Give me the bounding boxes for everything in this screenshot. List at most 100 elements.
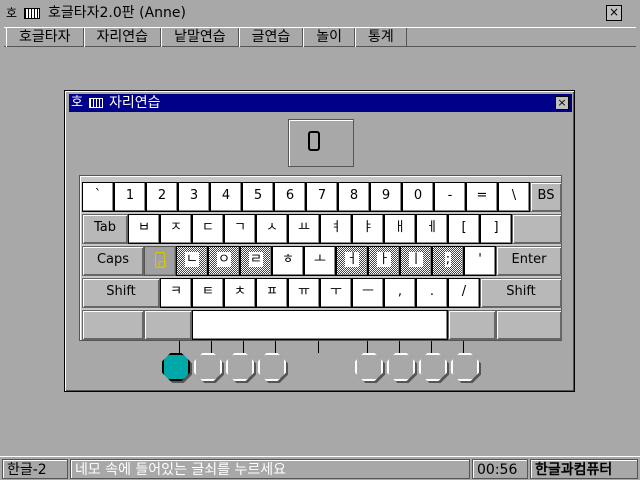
key-row3-5[interactable]: ㅎ: [272, 246, 304, 276]
key-row2-5-label: ㅅ: [266, 220, 278, 235]
key-row1-8[interactable]: 8: [338, 182, 370, 212]
key-row2-8[interactable]: ㅑ: [352, 214, 384, 244]
key-row4-8[interactable]: ,: [384, 278, 416, 308]
menu-item-word-practice[interactable]: 낱말연습: [161, 28, 239, 47]
key-row1-2-label: 2: [157, 188, 167, 203]
key-row1-3-label: 3: [189, 188, 199, 203]
key-row4-1[interactable]: ㅋ: [160, 278, 192, 308]
input-mode-indicator: 한글-2: [2, 459, 68, 479]
key-row1-5[interactable]: 5: [242, 182, 274, 212]
key-row2-1[interactable]: ㅂ: [128, 214, 160, 244]
key-row4-7[interactable]: ㅡ: [352, 278, 384, 308]
key-row2-5[interactable]: ㅅ: [256, 214, 288, 244]
key-row1-6[interactable]: 6: [274, 182, 306, 212]
key-row3-3[interactable]: ㅇ: [208, 246, 240, 276]
key-shift-right-label: Shift: [506, 284, 536, 299]
key-row3-9[interactable]: ㅣ: [400, 246, 432, 276]
menu-item-position-practice[interactable]: 자리연습: [83, 28, 162, 47]
key-row2-2[interactable]: ㅈ: [160, 214, 192, 244]
key-shift-left[interactable]: Shift: [82, 278, 160, 308]
key-row1-14-label: BS: [537, 188, 555, 203]
key-tab-label: Tab: [93, 220, 116, 235]
key-row1-9[interactable]: 9: [370, 182, 402, 212]
key-row1-10[interactable]: 0: [402, 182, 434, 212]
key-row4-9[interactable]: .: [416, 278, 448, 308]
key-row3-4-label: ㄹ: [249, 252, 263, 267]
menu-item-hangul-taja[interactable]: 호글타자: [6, 28, 84, 47]
key-tab[interactable]: Tab: [82, 214, 128, 244]
key-spacebar[interactable]: [192, 310, 448, 340]
key-row2-10[interactable]: ㅔ: [416, 214, 448, 244]
key-row4-3[interactable]: ㅊ: [224, 278, 256, 308]
key-alt-left[interactable]: [144, 310, 192, 340]
key-alt-right[interactable]: [448, 310, 496, 340]
menu-item-game[interactable]: 놀이: [303, 28, 355, 47]
key-row4-4[interactable]: ㅍ: [256, 278, 288, 308]
key-row4-2[interactable]: ㅌ: [192, 278, 224, 308]
key-row1-13-label: \: [511, 188, 517, 203]
key-row2-11[interactable]: [: [448, 214, 480, 244]
key-row3-9-label: ㅣ: [409, 252, 423, 267]
key-caps[interactable]: Caps: [82, 246, 144, 276]
key-row2-9-label: ㅐ: [394, 220, 406, 235]
app-close-button[interactable]: ×: [606, 5, 622, 21]
key-row1-0[interactable]: `: [82, 182, 114, 212]
menu-item-text-practice[interactable]: 글연습: [238, 28, 304, 47]
key-row1-5-label: 5: [253, 188, 263, 203]
key-ctrl-left[interactable]: [82, 310, 144, 340]
key-row4-6[interactable]: ㅜ: [320, 278, 352, 308]
key-row1-3[interactable]: 3: [178, 182, 210, 212]
key-ctrl-right[interactable]: [496, 310, 562, 340]
key-row2-7[interactable]: ㅕ: [320, 214, 352, 244]
dialog-close-button[interactable]: ×: [555, 96, 569, 110]
finger-stem: [463, 341, 464, 353]
key-row1-11[interactable]: -: [434, 182, 466, 212]
key-row3-7[interactable]: ㅓ: [336, 246, 368, 276]
key-row2-4[interactable]: ㄱ: [224, 214, 256, 244]
key-row1-7-label: 7: [317, 188, 327, 203]
key-row3-4[interactable]: ㄹ: [240, 246, 272, 276]
key-row4-8-label: ,: [397, 284, 403, 299]
key-row1-7[interactable]: 7: [306, 182, 338, 212]
target-key-box: [288, 119, 354, 167]
key-row3-10-label: ;: [444, 252, 452, 267]
key-row3-10[interactable]: ;: [432, 246, 464, 276]
key-row4-3-label: ㅊ: [234, 284, 246, 299]
key-row3-8-label: ㅏ: [377, 252, 391, 267]
key-row4-10[interactable]: /: [448, 278, 480, 308]
key-row1-13[interactable]: \: [498, 182, 530, 212]
finger-indicator-5: [355, 353, 383, 381]
key-row4-7-label: ㅡ: [362, 284, 374, 299]
dialog-title: 자리연습: [109, 95, 161, 111]
key-row3-2[interactable]: ㄴ: [176, 246, 208, 276]
finger-indicator-3: [226, 353, 254, 381]
key-row3-11[interactable]: ': [464, 246, 496, 276]
key-enter[interactable]: Enter: [496, 246, 562, 276]
menu-bar: 호글타자 자리연습 낱말연습 글연습 놀이 통계: [4, 27, 636, 47]
key-row1-14[interactable]: BS: [530, 182, 562, 212]
key-row3-2-label: ㄴ: [185, 252, 199, 267]
menu-item-statistics[interactable]: 통계: [355, 28, 407, 47]
key-row4-5[interactable]: ㅠ: [288, 278, 320, 308]
key-row3-6[interactable]: ㅗ: [304, 246, 336, 276]
key-row1-12[interactable]: =: [466, 182, 498, 212]
key-row2-9[interactable]: ㅐ: [384, 214, 416, 244]
dialog-logo-icon: 호: [71, 95, 83, 110]
key-row3-11-label: ': [478, 252, 482, 267]
key-row2-filler[interactable]: [512, 214, 562, 244]
key-row2-3[interactable]: ㄷ: [192, 214, 224, 244]
key-row3-8[interactable]: ㅏ: [368, 246, 400, 276]
key-row2-6[interactable]: ㅛ: [288, 214, 320, 244]
key-row2-12[interactable]: ]: [480, 214, 512, 244]
key-row2-12-label: ]: [493, 220, 499, 235]
key-row1-4[interactable]: 4: [210, 182, 242, 212]
key-row1-11-label: -: [447, 188, 453, 203]
key-row4-5-label: ㅠ: [298, 284, 310, 299]
key-row1-1[interactable]: 1: [114, 182, 146, 212]
finger-stem: [367, 341, 368, 353]
key-shift-right[interactable]: Shift: [480, 278, 562, 308]
key-row1-2[interactable]: 2: [146, 182, 178, 212]
finger-indicator-6: [387, 353, 415, 381]
key-enter-label: Enter: [511, 252, 547, 267]
key-row3-1[interactable]: ㅁ: [144, 246, 176, 276]
